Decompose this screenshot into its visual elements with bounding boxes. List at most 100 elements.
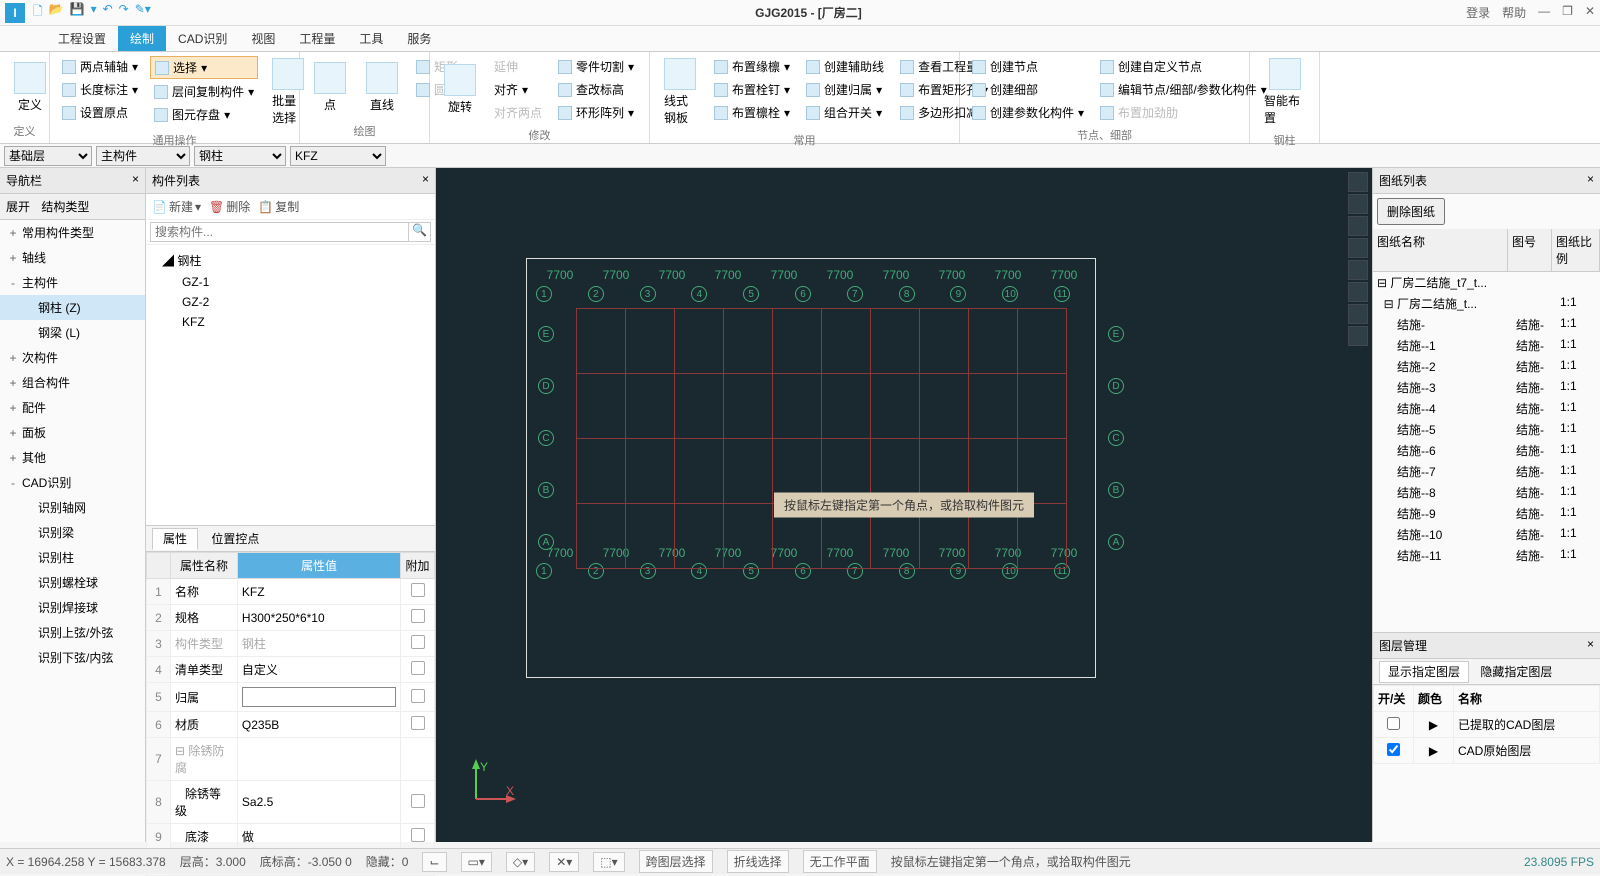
dwg-row[interactable]: 结施--4结施-1:1	[1373, 398, 1600, 419]
dwg-row[interactable]: 结施--1结施-1:1	[1373, 335, 1600, 356]
dwg-row[interactable]: 结施--5结施-1:1	[1373, 419, 1600, 440]
prop-edit[interactable]	[242, 687, 396, 707]
dwg-row[interactable]: 结施--11结施-1:1	[1373, 545, 1600, 566]
cut-parts[interactable]: 零件切割▾	[554, 56, 638, 77]
tree-node[interactable]: +次构件	[0, 345, 145, 370]
ltab-show[interactable]: 显示指定图层	[1379, 661, 1469, 683]
nav-tree[interactable]: +常用构件类型+轴线-主构件钢柱 (Z)钢梁 (L)+次构件+组合构件+配件+面…	[0, 220, 145, 842]
clist-item[interactable]: GZ-1	[146, 272, 435, 292]
copy-button[interactable]: 📋复制	[258, 198, 299, 215]
search-icon[interactable]: 🔍	[409, 222, 431, 242]
purlin-bolt[interactable]: 布置檩栓▾	[710, 102, 794, 123]
del-drawing[interactable]: 删除图纸	[1377, 198, 1445, 225]
sb-icon4[interactable]: ✕▾	[549, 852, 579, 872]
point-tool[interactable]: 点	[306, 54, 354, 121]
dwg-row[interactable]: 结施--8结施-1:1	[1373, 482, 1600, 503]
elev-mod[interactable]: 查改标高	[554, 79, 638, 100]
prop-tab-pos[interactable]: 位置控点	[201, 529, 269, 549]
combine[interactable]: 组合开关▾	[802, 102, 888, 123]
component-select[interactable]: KFZ	[290, 146, 386, 166]
nav-tab-expand[interactable]: 展开	[6, 200, 30, 214]
vt-6[interactable]	[1348, 282, 1368, 302]
create-param[interactable]: 创建参数化构件▾	[968, 102, 1088, 123]
create-detail[interactable]: 创建细部	[968, 79, 1088, 100]
layer-row[interactable]: ▶已提取的CAD图层	[1374, 712, 1600, 738]
create-group[interactable]: 创建归属▾	[802, 79, 888, 100]
set-origin[interactable]: 设置原点	[58, 102, 142, 123]
edit-node[interactable]: 编辑节点/细部/参数化构件▾	[1096, 79, 1271, 100]
prop-tab-attrs[interactable]: 属性	[152, 528, 198, 550]
vt-1[interactable]	[1348, 172, 1368, 192]
tree-node[interactable]: -主构件	[0, 270, 145, 295]
layer-close-icon[interactable]: ×	[1587, 637, 1594, 654]
property-grid[interactable]: 属性名称属性值附加1名称KFZ2规格H300*250*6*103构件类型钢柱4清…	[146, 552, 435, 876]
tree-node[interactable]: +轴线	[0, 245, 145, 270]
ring-array[interactable]: 环形阵列▾	[554, 102, 638, 123]
new-button[interactable]: 📄新建▾	[152, 198, 201, 215]
dwg-row[interactable]: 结施--3结施-1:1	[1373, 377, 1600, 398]
menu-qty[interactable]: 工程量	[287, 26, 347, 51]
tree-node[interactable]: 识别梁	[0, 520, 145, 545]
aux-line[interactable]: 创建辅助线	[802, 56, 888, 77]
dwg-row[interactable]: 结施--10结施-1:1	[1373, 524, 1600, 545]
help-link[interactable]: 帮助	[1502, 4, 1526, 21]
menu-cad[interactable]: CAD识别	[166, 26, 239, 51]
save-dropdown-icon[interactable]: ▾	[91, 2, 97, 23]
dwg-row[interactable]: 结施--2结施-1:1	[1373, 356, 1600, 377]
tree-node[interactable]: +面板	[0, 420, 145, 445]
line-tool[interactable]: 直线	[358, 54, 406, 121]
tree-node[interactable]: 识别轴网	[0, 495, 145, 520]
tree-node[interactable]: +常用构件类型	[0, 220, 145, 245]
clist-close-icon[interactable]: ×	[422, 172, 429, 189]
nav-close-icon[interactable]: ×	[132, 172, 139, 189]
sb-icon2[interactable]: ▭▾	[461, 852, 492, 872]
define-button[interactable]: 定义	[6, 54, 54, 121]
tree-node[interactable]: 识别焊接球	[0, 595, 145, 620]
tree-node[interactable]: 钢梁 (L)	[0, 320, 145, 345]
menu-tools[interactable]: 工具	[347, 26, 395, 51]
clist-item[interactable]: GZ-2	[146, 292, 435, 312]
menu-view[interactable]: 视图	[239, 26, 287, 51]
layer-row[interactable]: ▶CAD原始图层	[1374, 738, 1600, 764]
dwg-row[interactable]: 结施--9结施-1:1	[1373, 503, 1600, 524]
align[interactable]: 对齐▾	[490, 79, 546, 100]
tree-node[interactable]: 识别柱	[0, 545, 145, 570]
close-icon[interactable]: ✕	[1585, 4, 1595, 21]
vt-5[interactable]	[1348, 260, 1368, 280]
redo-icon[interactable]: ↷	[119, 2, 129, 23]
tree-node[interactable]: 识别下弦/内弦	[0, 645, 145, 670]
two-point-axis[interactable]: 两点辅轴▾	[58, 56, 142, 77]
tree-node[interactable]: 识别上弦/外弦	[0, 620, 145, 645]
vt-2[interactable]	[1348, 194, 1368, 214]
sb-icon3[interactable]: ◇▾	[506, 852, 535, 872]
sb-cross-layer[interactable]: 跨图层选择	[639, 850, 713, 873]
dwg-close-icon[interactable]: ×	[1587, 172, 1594, 189]
type-select[interactable]: 钢柱	[194, 146, 286, 166]
save-icon[interactable]: 💾	[70, 2, 85, 23]
vt-7[interactable]	[1348, 304, 1368, 324]
clist-item[interactable]: KFZ	[146, 312, 435, 332]
select-button[interactable]: 选择▾	[150, 56, 258, 79]
create-node[interactable]: 创建节点	[968, 56, 1088, 77]
new-icon[interactable]: 🗋	[33, 2, 43, 23]
floor-select[interactable]: 基础层	[4, 146, 92, 166]
layer-toggle[interactable]	[1387, 717, 1400, 730]
tree-node[interactable]: +配件	[0, 395, 145, 420]
search-input[interactable]	[150, 222, 409, 242]
length-annotate[interactable]: 长度标注▾	[58, 79, 142, 100]
copy-floor[interactable]: 层间复制构件▾	[150, 81, 258, 102]
sb-workplane[interactable]: 无工作平面	[803, 850, 877, 873]
delete-button[interactable]: 🗑删除	[209, 198, 250, 215]
sb-icon1[interactable]: ⌙	[422, 852, 446, 872]
sb-polyline[interactable]: 折线选择	[727, 850, 789, 873]
drawing-list[interactable]: ⊟ 厂房二结施_t7_t... ⊟ 厂房二结施_t...1:1 结施-结施-1:…	[1373, 272, 1600, 632]
nav-tab-struct[interactable]: 结构类型	[41, 200, 89, 214]
login-link[interactable]: 登录	[1466, 4, 1490, 21]
save-elems[interactable]: 图元存盘▾	[150, 104, 258, 125]
smart-place[interactable]: 智能布置	[1256, 54, 1313, 130]
open-icon[interactable]: 📂	[49, 2, 64, 23]
category-select[interactable]: 主构件	[96, 146, 190, 166]
ltab-hide[interactable]: 隐藏指定图层	[1472, 662, 1560, 682]
undo-icon[interactable]: ↶	[103, 2, 113, 23]
tree-node[interactable]: -CAD识别	[0, 470, 145, 495]
